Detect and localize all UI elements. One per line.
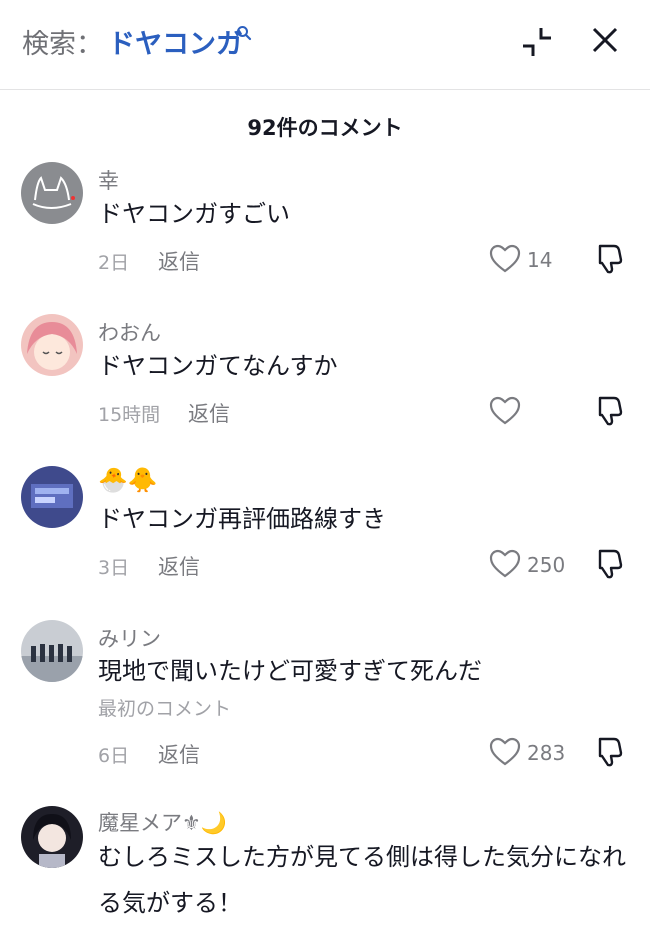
heart-icon[interactable] [489,244,521,278]
comment-count: 92件のコメント [247,116,403,140]
search-header: 検索： ドヤコンガ [0,0,650,90]
comment-text: ドヤコンガ再評価路線すき [98,505,386,533]
avatar[interactable] [21,314,83,376]
reply-button[interactable]: 返信 [158,551,200,581]
avatar[interactable] [21,466,83,528]
dislike-icon[interactable] [594,243,624,279]
dislike-icon[interactable] [594,736,624,772]
comment-time: 2日 [98,252,130,274]
comment-text: 現地で聞いたけど可愛すぎて死んだ [98,657,482,685]
first-comment-tag: 最初のコメント [98,698,232,720]
heart-icon[interactable] [489,549,521,583]
comment-time: 15時間 [98,404,161,426]
search-icon[interactable] [236,25,252,45]
like-count: 14 [527,248,553,272]
comment-text: むしろミスした方が見てる側は得した気分になれる気がする！ [98,843,626,917]
like-count: 250 [527,553,566,577]
search-label: 検索： [22,29,103,60]
comment-time: 6日 [98,745,130,767]
comment-text: ドヤコンガてなんすか [98,352,338,380]
avatar[interactable] [21,162,83,224]
username[interactable]: 🐣🐥 [98,466,158,494]
dislike-icon[interactable] [594,548,624,584]
username[interactable]: 魔星メア⚜🌙 [98,807,227,837]
heart-icon[interactable] [489,737,521,771]
reply-button[interactable]: 返信 [158,739,200,769]
dislike-icon[interactable] [594,395,624,431]
comment-text: ドヤコンガすごい [98,200,290,228]
comment-time: 3日 [98,557,130,579]
search-term-link[interactable]: ドヤコンガ [108,22,243,61]
collapse-icon[interactable] [520,25,554,63]
close-icon[interactable] [590,25,620,59]
reply-button[interactable]: 返信 [188,398,230,428]
avatar[interactable] [21,620,83,682]
like-count: 283 [527,741,566,765]
reply-button[interactable]: 返信 [158,246,200,276]
heart-icon[interactable] [489,396,521,430]
avatar[interactable] [21,806,83,868]
